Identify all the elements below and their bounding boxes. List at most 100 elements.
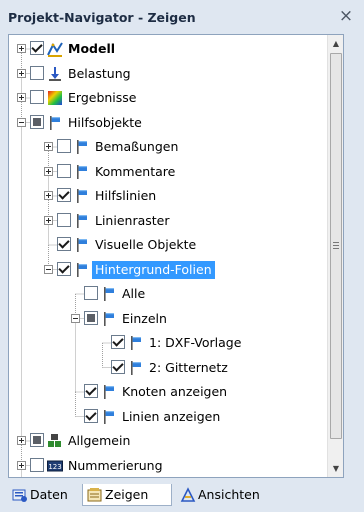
- tree-checkbox[interactable]: [30, 65, 44, 80]
- tab-label: Zeigen: [105, 487, 149, 502]
- tree-item[interactable]: Knoten anzeigen: [9, 381, 327, 403]
- tab-label: Ansichten: [198, 487, 260, 502]
- expand-icon[interactable]: [17, 460, 26, 470]
- flag-icon: [74, 262, 90, 278]
- tree-checkbox[interactable]: [57, 139, 71, 153]
- expand-icon[interactable]: [44, 191, 53, 200]
- tree-item[interactable]: Modell: [9, 38, 327, 60]
- flag-icon: [128, 360, 144, 376]
- project-navigator-panel: Projekt-Navigator - Zeigen × Modell Belas…: [0, 0, 364, 512]
- expand-icon[interactable]: [44, 142, 53, 151]
- tree-checkbox[interactable]: [111, 359, 125, 374]
- display-icon: [87, 487, 103, 503]
- tree-item-label[interactable]: Knoten anzeigen: [119, 383, 230, 401]
- collapse-icon[interactable]: [17, 117, 26, 127]
- tree-checkbox[interactable]: [57, 237, 71, 251]
- tree-item-label[interactable]: Kommentare: [92, 163, 178, 181]
- tree-item-label[interactable]: Modell: [65, 40, 118, 58]
- tree-checkbox[interactable]: [30, 433, 44, 447]
- tree-item[interactable]: Kommentare: [9, 161, 327, 183]
- tree-item[interactable]: Belastung: [9, 63, 327, 85]
- scroll-down-arrow-icon[interactable]: ▼: [328, 460, 343, 477]
- tree-checkbox[interactable]: [111, 335, 125, 349]
- tree-item-label[interactable]: Hintergrund-Folien: [92, 260, 215, 279]
- tree-item[interactable]: Linien anzeigen: [9, 406, 327, 428]
- expand-icon[interactable]: [17, 436, 26, 445]
- tree-checkbox[interactable]: [57, 212, 71, 227]
- expand-icon[interactable]: [17, 68, 26, 78]
- tab-ansichten[interactable]: Ansichten: [176, 484, 276, 506]
- navigator-tabs: Daten Zeigen Ansichten: [8, 482, 358, 508]
- flag-icon: [101, 384, 117, 400]
- tree-checkbox[interactable]: [57, 261, 71, 276]
- tree-item-label[interactable]: Nummerierung: [65, 457, 166, 475]
- flag-icon: [74, 188, 90, 204]
- tree-item[interactable]: Allgemein: [9, 430, 327, 452]
- panel-titlebar: Projekt-Navigator - Zeigen ×: [0, 0, 364, 34]
- vertical-scrollbar[interactable]: ▲ ▼: [327, 35, 343, 477]
- tab-zeigen[interactable]: Zeigen: [82, 484, 172, 506]
- numbering-icon: 123: [47, 458, 63, 474]
- tab-label: Daten: [30, 487, 68, 502]
- tree-item-label[interactable]: Belastung: [65, 65, 134, 83]
- tree-item[interactable]: Hilfslinien: [9, 185, 327, 207]
- tree-item[interactable]: Linienraster: [9, 210, 327, 232]
- scroll-thumb[interactable]: [330, 53, 342, 439]
- tree-checkbox[interactable]: [84, 286, 98, 300]
- tree-item[interactable]: Alle: [9, 283, 327, 305]
- tree-item-label[interactable]: Einzeln: [119, 310, 170, 328]
- tree-checkbox[interactable]: [30, 41, 44, 55]
- tree-checkbox[interactable]: [84, 408, 98, 423]
- model-icon: [47, 41, 63, 57]
- tree-item-label[interactable]: Bemaßungen: [92, 138, 181, 156]
- flag-icon: [74, 139, 90, 155]
- flag-icon: [47, 115, 63, 131]
- tree-item[interactable]: 123 Nummerierung: [9, 455, 327, 477]
- tree-item-label[interactable]: Ergebnisse: [65, 89, 140, 107]
- collapse-icon[interactable]: [44, 264, 53, 274]
- tree-item-label[interactable]: 2: Gitternetz: [146, 359, 231, 377]
- tree-checkbox[interactable]: [30, 457, 44, 472]
- tree-item-label[interactable]: Alle: [119, 285, 148, 303]
- tree-checkbox[interactable]: [84, 384, 98, 398]
- results-icon: [47, 90, 63, 106]
- tree-checkbox[interactable]: [30, 114, 44, 129]
- tree-item[interactable]: Hintergrund-Folien: [9, 259, 327, 281]
- tree-item-label[interactable]: Hilfslinien: [92, 187, 159, 205]
- flag-icon: [101, 409, 117, 425]
- general-icon: [47, 433, 63, 449]
- tree-checkbox[interactable]: [57, 188, 71, 202]
- flag-icon: [74, 213, 90, 229]
- tree-item-label[interactable]: Visuelle Objekte: [92, 236, 199, 254]
- tree-item[interactable]: Ergebnisse: [9, 87, 327, 109]
- tree-item[interactable]: Einzeln: [9, 308, 327, 330]
- scroll-grip-icon: [333, 242, 339, 251]
- collapse-icon[interactable]: [71, 313, 80, 323]
- expand-icon[interactable]: [44, 166, 53, 176]
- tree-item-label[interactable]: Linienraster: [92, 212, 173, 230]
- flag-icon: [74, 164, 90, 180]
- tree-item[interactable]: Hilfsobjekte: [9, 112, 327, 134]
- data-icon: [12, 487, 28, 503]
- tree-item-label[interactable]: Allgemein: [65, 432, 133, 450]
- scroll-up-arrow-icon[interactable]: ▲: [328, 35, 343, 52]
- tree-item-label[interactable]: Hilfsobjekte: [65, 114, 145, 132]
- expand-icon[interactable]: [44, 215, 53, 225]
- tree-item[interactable]: Bemaßungen: [9, 136, 327, 158]
- tree-item-label[interactable]: Linien anzeigen: [119, 408, 223, 426]
- tree-item-label[interactable]: 1: DXF-Vorlage: [146, 334, 244, 352]
- flag-icon: [74, 237, 90, 253]
- svg-text:123: 123: [48, 463, 61, 471]
- tree-checkbox[interactable]: [57, 163, 71, 178]
- tree-item[interactable]: 1: DXF-Vorlage: [9, 332, 327, 354]
- tree-checkbox[interactable]: [30, 90, 44, 104]
- expand-icon[interactable]: [17, 44, 26, 53]
- tree-content: Modell Belastung Ergebnisse Hilfsobjekte Bem…: [9, 35, 327, 477]
- close-button[interactable]: ×: [336, 6, 356, 26]
- expand-icon[interactable]: [17, 93, 26, 102]
- tree-item[interactable]: Visuelle Objekte: [9, 234, 327, 256]
- tree-view: Modell Belastung Ergebnisse Hilfsobjekte Bem…: [8, 34, 344, 478]
- tree-item[interactable]: 2: Gitternetz: [9, 357, 327, 379]
- tree-checkbox[interactable]: [84, 310, 98, 325]
- tab-daten[interactable]: Daten: [8, 484, 80, 506]
